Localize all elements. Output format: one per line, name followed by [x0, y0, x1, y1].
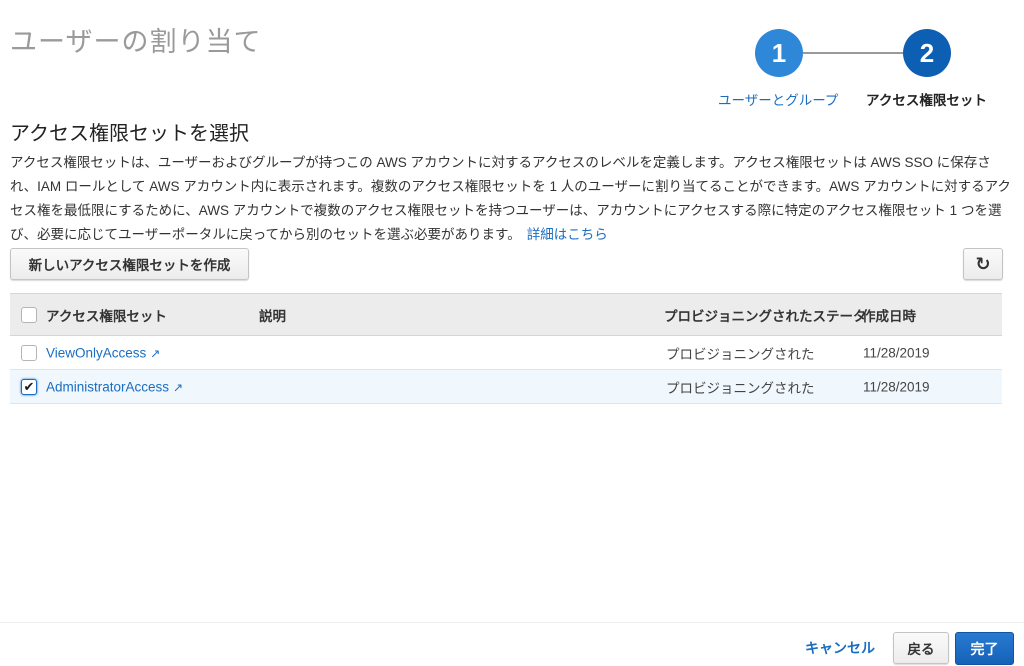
external-link-icon[interactable]: ↗ — [150, 346, 160, 360]
status-cell: プロビジョニングされた — [666, 346, 815, 362]
created-cell: 11/28/2019 — [863, 345, 930, 360]
step-2-label: アクセス権限セット — [866, 93, 987, 108]
select-all-checkbox[interactable] — [21, 306, 37, 323]
header-created[interactable]: 作成日時 — [862, 305, 916, 325]
permission-set-link[interactable]: ViewOnlyAccess — [46, 345, 146, 360]
step-1-circle[interactable]: 1 — [755, 29, 803, 77]
create-permission-set-button[interactable]: 新しいアクセス権限セットを作成 — [10, 248, 249, 280]
refresh-icon: ↻ — [975, 253, 991, 274]
table-row[interactable]: ViewOnlyAccess ↗ プロビジョニングされた 11/28/2019 — [10, 336, 1002, 370]
section-title: アクセス権限セットを選択 — [10, 123, 249, 145]
page-title: ユーザーの割り当て — [10, 27, 262, 57]
done-button[interactable]: 完了 — [955, 632, 1014, 665]
description-text: アクセス権限セットは、ユーザーおよびグループが持つこの AWS アカウントに対す… — [10, 155, 1011, 242]
row-checkbox[interactable] — [21, 344, 37, 361]
step-2-circle: 2 — [903, 29, 951, 77]
back-button[interactable]: 戻る — [893, 632, 949, 664]
checkmark-icon: ✔ — [23, 378, 35, 394]
learn-more-link[interactable]: 詳細はこちら — [527, 227, 608, 242]
external-link-icon[interactable]: ↗ — [173, 380, 183, 394]
stepper-connector — [803, 52, 903, 54]
header-description[interactable]: 説明 — [259, 305, 286, 325]
table-row[interactable]: ✔ AdministratorAccess ↗ プロビジョニングされた 11/28… — [10, 370, 1002, 404]
refresh-button[interactable]: ↻ — [963, 248, 1003, 280]
cancel-button[interactable]: キャンセル — [805, 638, 875, 658]
description: アクセス権限セットは、ユーザーおよびグループが持つこの AWS アカウントに対す… — [10, 151, 1014, 247]
row-checkbox[interactable]: ✔ — [21, 378, 37, 395]
created-cell: 11/28/2019 — [863, 379, 930, 394]
step-1-link[interactable]: ユーザーとグループ — [718, 89, 838, 109]
footer-divider — [0, 622, 1024, 623]
header-name[interactable]: アクセス権限セット — [46, 305, 167, 325]
status-cell: プロビジョニングされた — [666, 380, 815, 396]
permission-sets-table: アクセス権限セット 説明 プロビジョニングされたステータス 作成日時 ViewO… — [10, 293, 1002, 404]
header-status[interactable]: プロビジョニングされたステータス — [664, 305, 864, 325]
permission-set-link[interactable]: AdministratorAccess — [46, 379, 169, 394]
table-header: アクセス権限セット 説明 プロビジョニングされたステータス 作成日時 — [10, 293, 1002, 336]
